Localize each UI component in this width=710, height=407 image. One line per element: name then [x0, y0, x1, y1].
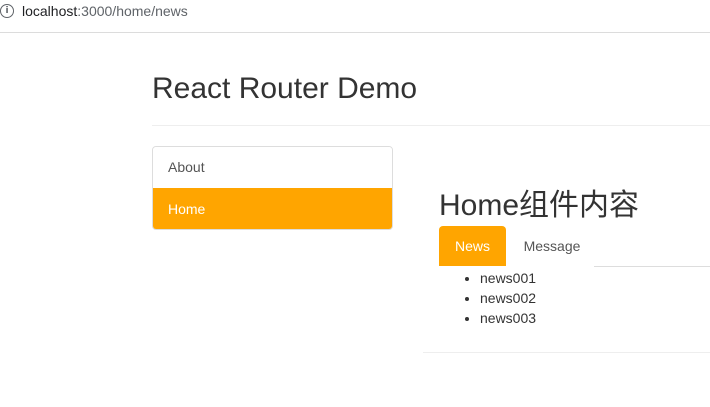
nav-item-about[interactable]: About — [153, 147, 392, 188]
news-list: news001 news002 news003 — [480, 268, 536, 328]
tab-message[interactable]: Message — [512, 226, 592, 266]
news-item: news001 — [480, 268, 536, 288]
nav-item-home[interactable]: Home — [153, 188, 392, 229]
url-host: localhost — [22, 3, 78, 19]
tab-news[interactable]: News — [439, 226, 506, 266]
home-tabs: News Message — [439, 226, 710, 267]
home-panel: Home组件内容 News Message news001 news002 ne… — [423, 160, 710, 353]
news-item: news002 — [480, 288, 536, 308]
address-bar[interactable]: i localhost:3000/home/news — [0, 0, 710, 33]
sidebar-nav: About Home — [152, 146, 393, 230]
home-title: Home组件内容 — [439, 189, 640, 222]
page-title: React Router Demo — [152, 72, 418, 105]
header-divider — [152, 125, 710, 126]
info-icon[interactable]: i — [0, 4, 14, 18]
url-text[interactable]: localhost:3000/home/news — [22, 3, 188, 19]
news-item: news003 — [480, 308, 536, 328]
tabs-divider — [594, 266, 710, 267]
url-path: :3000/home/news — [77, 3, 188, 19]
